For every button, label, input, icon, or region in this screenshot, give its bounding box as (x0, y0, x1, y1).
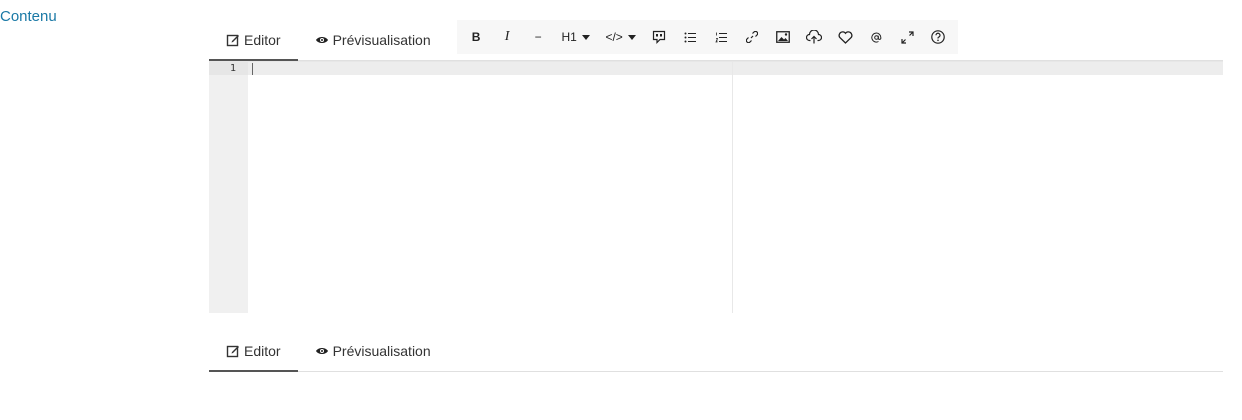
image-button[interactable] (768, 22, 799, 52)
heart-button[interactable] (830, 22, 861, 52)
eye-icon (315, 345, 329, 357)
tab-editor[interactable]: Editor (209, 20, 298, 61)
heart-icon (838, 30, 853, 44)
editor-toolbar: B I − H1 </> (456, 20, 958, 54)
code-editor[interactable]: 1 (209, 62, 732, 313)
bold-button[interactable]: B (461, 22, 492, 52)
preview-pane (733, 62, 1223, 313)
heading-label: H1 (561, 30, 577, 44)
editor-area: 1 (209, 61, 1223, 313)
active-line (248, 62, 732, 75)
edit-icon (226, 344, 240, 358)
help-icon (931, 30, 945, 44)
unordered-list-icon (684, 32, 696, 42)
markdown-editor: Editor Prévisualisation B I − H1 </> 1 E… (209, 20, 1223, 372)
ordered-list-button[interactable] (706, 22, 737, 52)
horizontal-rule-button[interactable]: − (523, 22, 554, 52)
chevron-down-icon (581, 34, 590, 40)
image-icon (776, 31, 791, 43)
code-input[interactable] (248, 62, 732, 313)
editor-tabs-secondary: Editor Prévisualisation (209, 331, 1223, 372)
link-button[interactable] (737, 22, 768, 52)
line-gutter: 1 (209, 62, 248, 313)
tab-preview-label: Prévisualisation (332, 32, 431, 48)
heading-dropdown[interactable]: H1 (554, 22, 598, 52)
chevron-down-icon (627, 34, 636, 40)
upload-button[interactable] (799, 22, 830, 52)
tab-editor-label: Editor (244, 343, 281, 359)
link-icon (746, 31, 759, 43)
line-number: 1 (209, 62, 248, 75)
fullscreen-icon (901, 30, 914, 44)
editor-tabs: Editor Prévisualisation B I − H1 </> (209, 20, 1223, 61)
unordered-list-button[interactable] (675, 22, 706, 52)
cloud-upload-icon (806, 30, 823, 44)
ordered-list-icon (715, 32, 727, 42)
mention-button[interactable] (861, 22, 892, 52)
eye-icon (315, 34, 329, 46)
help-button[interactable] (923, 22, 954, 52)
tab-preview-label: Prévisualisation (332, 343, 431, 359)
code-dropdown[interactable]: </> (598, 22, 644, 52)
field-label: Contenu (0, 8, 57, 25)
text-cursor (252, 63, 253, 75)
quote-button[interactable] (644, 22, 675, 52)
tab-editor-label: Editor (244, 32, 281, 48)
edit-icon (226, 33, 240, 47)
preview-active-line (733, 62, 1223, 75)
quote-icon (653, 30, 666, 44)
tab-editor[interactable]: Editor (209, 331, 298, 372)
tab-preview[interactable]: Prévisualisation (298, 20, 448, 60)
code-label: </> (605, 30, 623, 44)
fullscreen-button[interactable] (892, 22, 923, 52)
tab-preview[interactable]: Prévisualisation (298, 331, 448, 371)
at-icon (871, 32, 881, 43)
italic-button[interactable]: I (492, 22, 523, 52)
